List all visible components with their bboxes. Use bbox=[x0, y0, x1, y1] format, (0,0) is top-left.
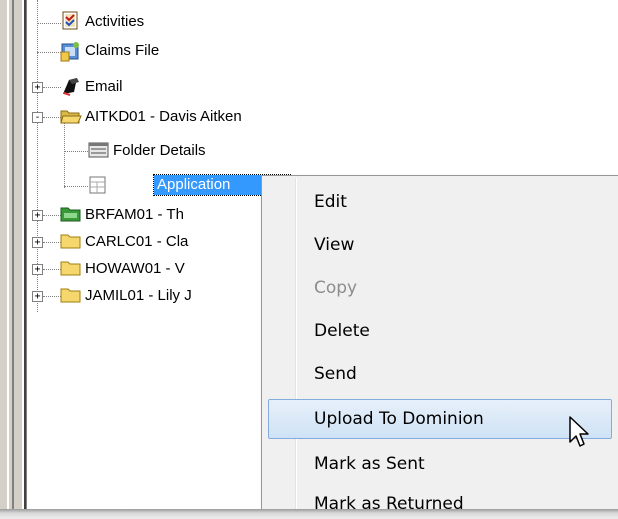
tree-connector-line bbox=[64, 186, 88, 187]
window-frame-left bbox=[0, 0, 27, 510]
context-menu: Edit View Copy Delete Send Upload To Dom… bbox=[261, 175, 618, 512]
tree-item-brfam01[interactable]: BRFAM01 - Th bbox=[85, 205, 184, 225]
open-folder-icon bbox=[60, 106, 82, 126]
menu-item-label: Delete bbox=[314, 321, 370, 341]
tree-connector-line bbox=[43, 296, 61, 297]
expand-toggle[interactable]: + bbox=[32, 264, 43, 275]
mouse-pointer-icon bbox=[568, 415, 594, 451]
frame-shadow bbox=[12, 0, 14, 510]
expand-toggle[interactable]: + bbox=[32, 210, 43, 221]
menu-item-view[interactable]: View bbox=[268, 225, 610, 265]
email-icon bbox=[60, 76, 82, 96]
menu-item-mark-as-sent[interactable]: Mark as Sent bbox=[268, 444, 610, 484]
folder-details-icon bbox=[87, 140, 109, 160]
expand-toggle[interactable]: + bbox=[32, 82, 43, 93]
menu-item-mark-as-returned[interactable]: Mark as Returned bbox=[268, 484, 610, 512]
application-form-icon bbox=[87, 175, 109, 195]
tree-connector-line bbox=[43, 269, 61, 270]
tree-item-howaw01[interactable]: HOWAW01 - V bbox=[85, 259, 185, 279]
tree-connector-line bbox=[43, 87, 61, 88]
tree-item-claims-file[interactable]: Claims File bbox=[85, 41, 159, 61]
menu-item-label: Mark as Returned bbox=[314, 494, 464, 512]
frame-highlight bbox=[7, 0, 9, 510]
tree-connector-line bbox=[43, 242, 61, 243]
tree-connector-line bbox=[37, 23, 61, 24]
expand-toggle[interactable]: + bbox=[32, 237, 43, 248]
window-bottom-edge bbox=[0, 509, 618, 519]
menu-item-copy: Copy bbox=[268, 268, 610, 308]
menu-item-label: Copy bbox=[314, 278, 358, 298]
tree-item-folder-details[interactable]: Folder Details bbox=[113, 141, 206, 161]
menu-item-upload-to-dominion[interactable]: Upload To Dominion bbox=[268, 399, 612, 439]
menu-item-label: Send bbox=[314, 364, 357, 384]
tree-connector-line bbox=[43, 215, 61, 216]
activities-icon bbox=[60, 11, 82, 31]
claims-file-icon bbox=[60, 40, 82, 62]
tree-item-aitkd01[interactable]: AITKD01 - Davis Aitken bbox=[85, 107, 242, 127]
tree-item-email[interactable]: Email bbox=[85, 77, 123, 97]
frame-dark-edge bbox=[24, 0, 26, 510]
tree-item-jamil01[interactable]: JAMIL01 - Lily J bbox=[85, 286, 192, 306]
folder-icon bbox=[60, 204, 82, 224]
tree-connector-line bbox=[37, 0, 38, 112]
folder-icon bbox=[60, 285, 82, 305]
expand-toggle[interactable]: + bbox=[32, 291, 43, 302]
tree-connector-line bbox=[43, 117, 61, 118]
tree-connector-line bbox=[37, 52, 61, 53]
tree-connector-line bbox=[64, 118, 65, 188]
menu-item-label: Upload To Dominion bbox=[314, 409, 484, 429]
menu-item-label: Edit bbox=[314, 192, 347, 212]
menu-item-send[interactable]: Send bbox=[268, 354, 610, 394]
tree-connector-line bbox=[64, 151, 88, 152]
tree-item-carlc01[interactable]: CARLC01 - Cla bbox=[85, 232, 188, 252]
menu-item-label: Mark as Sent bbox=[314, 454, 425, 474]
menu-item-delete[interactable]: Delete bbox=[268, 311, 610, 351]
collapse-toggle[interactable]: - bbox=[32, 112, 43, 123]
menu-item-label: View bbox=[314, 235, 355, 255]
tree-item-activities[interactable]: Activities bbox=[85, 12, 144, 32]
menu-item-edit[interactable]: Edit bbox=[268, 182, 610, 222]
folder-icon bbox=[60, 258, 82, 278]
folder-icon bbox=[60, 231, 82, 251]
